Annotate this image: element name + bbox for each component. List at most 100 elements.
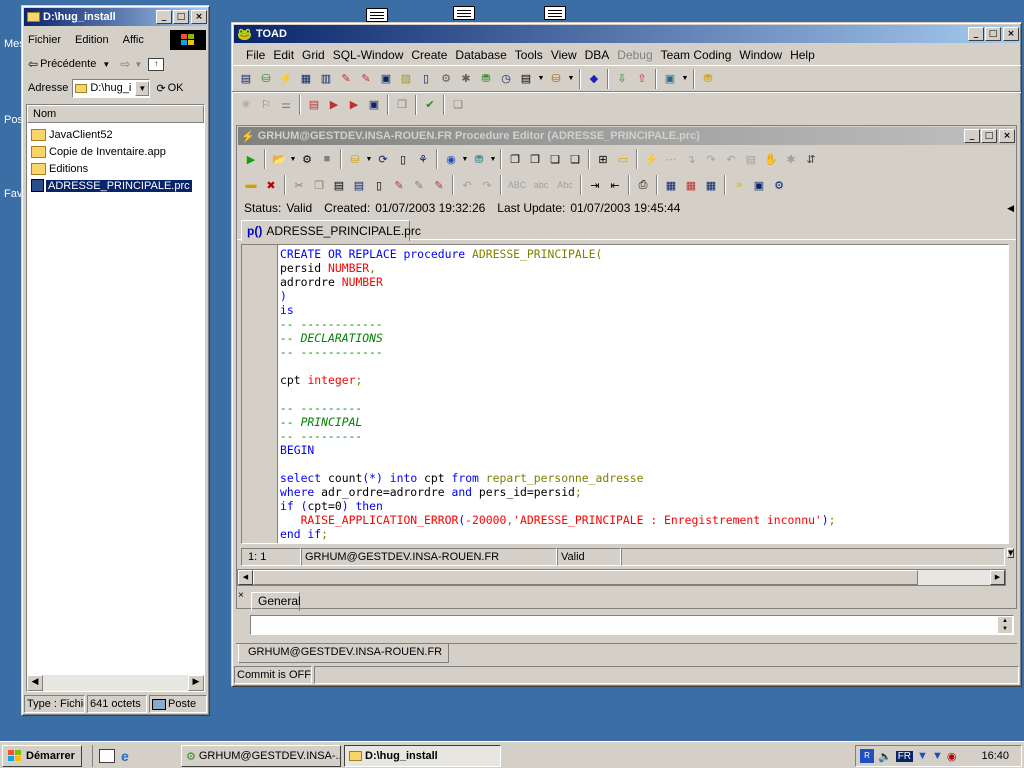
refresh-icon[interactable]: ⟳ xyxy=(373,149,393,169)
watches-icon[interactable]: ✱ xyxy=(781,149,801,169)
address-dropdown-icon[interactable]: ▼ xyxy=(135,80,150,96)
tab-general[interactable]: General xyxy=(251,592,301,611)
dropdown-icon[interactable]: ▼ xyxy=(680,69,690,89)
code-line[interactable]: -- PRINCIPAL xyxy=(280,415,1006,429)
column-header-name[interactable]: Nom xyxy=(27,105,204,123)
gear-icon[interactable]: ⚙ xyxy=(297,149,317,169)
back-dropdown-icon[interactable]: ▼ xyxy=(102,60,110,69)
internet-explorer-icon[interactable]: e xyxy=(121,748,129,764)
undo-icon[interactable]: ↶ xyxy=(457,175,477,195)
go-arrow-icon[interactable]: ⟳ xyxy=(156,82,165,95)
list-item[interactable]: Editions xyxy=(27,160,204,177)
outdent-icon[interactable]: ⇤ xyxy=(605,175,625,195)
code-line[interactable]: -- --------- xyxy=(280,401,1006,415)
back-button[interactable]: Précédente xyxy=(40,58,96,70)
connection-icon[interactable]: ▣ xyxy=(660,69,680,89)
back-arrow-icon[interactable]: ⇦ xyxy=(28,57,38,71)
start-button[interactable]: Démarrer xyxy=(2,745,82,767)
network-icon[interactable]: R xyxy=(860,749,874,763)
dropdown-icon[interactable]: ▼ xyxy=(566,69,576,89)
dropdown-icon[interactable]: ▼ xyxy=(289,149,297,169)
editor-titlebar[interactable]: ⚡ GRHUM@GESTDEV.INSA-ROUEN.FR Procedure … xyxy=(238,127,1015,145)
menu-file[interactable]: File xyxy=(242,48,269,62)
menu-tools[interactable]: Tools xyxy=(511,48,547,62)
maximize-button[interactable]: □ xyxy=(985,27,1001,41)
menu-grid[interactable]: Grid xyxy=(298,48,329,62)
code-line[interactable]: where adr_ordre=adrordre and pers_id=per… xyxy=(280,485,1006,499)
redo-icon[interactable]: ↷ xyxy=(477,175,497,195)
paste-icon[interactable]: ▤ xyxy=(329,175,349,195)
sql-scratchpad-icon[interactable]: ▯ xyxy=(416,69,436,89)
go-button[interactable]: OK xyxy=(168,82,184,94)
code-line[interactable]: CREATE OR REPLACE procedure ADRESSE_PRIN… xyxy=(280,247,1006,261)
scroll-right-icon[interactable]: ▶ xyxy=(188,675,204,691)
close-button[interactable]: × xyxy=(999,129,1015,143)
next-icon[interactable]: » xyxy=(729,175,749,195)
run-icon[interactable]: ▶ xyxy=(241,149,261,169)
misc-tool-icon[interactable]: ⚌ xyxy=(276,95,296,115)
globe-icon[interactable]: ◉ xyxy=(441,149,461,169)
lowercase-icon[interactable]: abc xyxy=(529,175,553,195)
horizontal-scrollbar[interactable]: ◀ ▶ xyxy=(27,675,204,691)
open-folder-icon[interactable]: 📂 xyxy=(269,149,289,169)
show-desktop-icon[interactable] xyxy=(99,749,115,763)
check-icon[interactable]: ✔ xyxy=(420,95,440,115)
misc-tool-icon[interactable]: ⚐ xyxy=(256,95,276,115)
save-icon[interactable]: ▣ xyxy=(364,95,384,115)
explain-plan-icon[interactable]: ✎ xyxy=(336,69,356,89)
output-field[interactable]: ▲ ▼ xyxy=(250,615,1014,635)
halt-icon[interactable]: ✋ xyxy=(761,149,781,169)
dropdown-icon[interactable]: ▼ xyxy=(489,149,497,169)
clipboard-icon[interactable]: ❏ xyxy=(565,149,585,169)
add-document-icon[interactable]: ⊞ xyxy=(593,149,613,169)
watch-icon[interactable]: ⋯ xyxy=(661,149,681,169)
dropdown-icon[interactable]: ▼ xyxy=(365,149,373,169)
code-line[interactable]: end if; xyxy=(280,527,1006,541)
grid-error-icon[interactable]: ▦ xyxy=(681,175,701,195)
uppercase-icon[interactable]: ABC xyxy=(505,175,529,195)
menu-edit[interactable]: Edit xyxy=(269,48,298,62)
new-page-icon[interactable]: ▯ xyxy=(369,175,389,195)
commit-icon[interactable]: ⇩ xyxy=(612,69,632,89)
tab-connection[interactable]: GRHUM@GESTDEV.INSA-ROUEN.FR xyxy=(238,644,449,663)
tab-adresse-principale[interactable]: p() ADRESSE_PRINCIPALE.prc xyxy=(241,220,421,241)
compare-icon[interactable]: ✎ xyxy=(429,175,449,195)
copy-all-icon[interactable]: ❐ xyxy=(525,149,545,169)
rollback-icon[interactable]: ⇧ xyxy=(632,69,652,89)
forward-dropdown-icon[interactable]: ▼ xyxy=(134,60,142,69)
close-button[interactable]: × xyxy=(1003,27,1019,41)
close-pane-icon[interactable]: × xyxy=(238,590,244,601)
maximize-button[interactable]: □ xyxy=(173,10,189,24)
taskbar-toad[interactable]: ⚙ GRHUM@GESTDEV.INSA-... xyxy=(181,745,341,767)
list-item-selected[interactable]: ADRESSE_PRINCIPALE.prc xyxy=(27,177,204,194)
help-icon[interactable]: ❏ xyxy=(448,95,468,115)
collapse-arrow-icon[interactable]: ◀ xyxy=(1007,203,1014,214)
stop-icon[interactable]: ■ xyxy=(317,149,337,169)
cut-icon[interactable]: ✂ xyxy=(289,175,309,195)
code-line[interactable] xyxy=(280,359,1006,373)
desktop-document-icon[interactable] xyxy=(544,6,566,20)
menu-fichier[interactable]: Fichier xyxy=(28,34,61,46)
dropdown-icon[interactable]: ▼ xyxy=(536,69,546,89)
horizontal-scrollbar[interactable]: ◀ ▶ xyxy=(237,569,1006,586)
format-selection-icon[interactable]: ✎ xyxy=(409,175,429,195)
code-line[interactable]: select count(*) into cpt from repart_per… xyxy=(280,471,1006,485)
toad-titlebar[interactable]: 🐸 TOAD _ □ × xyxy=(234,25,1019,43)
execute-icon[interactable]: ▶ xyxy=(324,95,344,115)
code-text[interactable]: CREATE OR REPLACE procedure ADRESSE_PRIN… xyxy=(280,247,1006,541)
tree-icon[interactable]: ⚘ xyxy=(413,149,433,169)
new-file-icon[interactable]: ▯ xyxy=(393,149,413,169)
step-icon[interactable]: ▶ xyxy=(344,95,364,115)
menu-team-coding[interactable]: Team Coding xyxy=(657,48,736,62)
compile-icon[interactable]: ▤ xyxy=(304,95,324,115)
up-folder-icon[interactable]: ↑ xyxy=(148,57,165,71)
forward-arrow-icon[interactable]: ⇨ xyxy=(120,57,130,71)
scroll-left-icon[interactable]: ◀ xyxy=(27,675,43,691)
session-browser-icon[interactable]: ▣ xyxy=(376,69,396,89)
step-out-icon[interactable]: ↶ xyxy=(721,149,741,169)
volume-icon[interactable]: 🔈 xyxy=(878,750,892,763)
kill-session-icon[interactable]: ▨ xyxy=(396,69,416,89)
code-line[interactable]: is xyxy=(280,303,1006,317)
file-list[interactable]: Nom JavaClient52 Copie de Inventaire.app… xyxy=(26,104,205,692)
paste-icon[interactable]: ❏ xyxy=(545,149,565,169)
